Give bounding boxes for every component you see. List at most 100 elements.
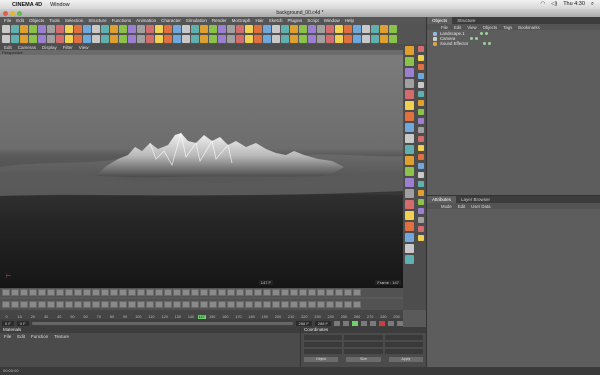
animation-tool-icon[interactable] bbox=[308, 289, 316, 296]
materials-menu-texture[interactable]: Texture bbox=[54, 334, 69, 339]
coord-field[interactable] bbox=[384, 342, 423, 347]
mode-tool-icon[interactable] bbox=[418, 145, 424, 151]
toolbar-tool-icon[interactable] bbox=[245, 35, 253, 43]
app-name[interactable]: CINEMA 4D bbox=[12, 2, 42, 8]
object-menu-view[interactable]: View bbox=[467, 25, 476, 30]
animation-tool-icon[interactable] bbox=[83, 289, 91, 296]
animation-tool-icon[interactable] bbox=[353, 301, 361, 308]
toolbar-tool-icon[interactable] bbox=[380, 24, 388, 33]
zoom-window-button[interactable] bbox=[17, 10, 22, 16]
toolbar-tool-icon[interactable] bbox=[83, 24, 91, 33]
toolbar-tool-icon[interactable] bbox=[362, 24, 370, 33]
coord-field[interactable] bbox=[384, 335, 423, 340]
mode-tool-icon[interactable] bbox=[418, 118, 424, 124]
toolbar-tool-icon[interactable] bbox=[371, 35, 379, 43]
view-tool-icon[interactable] bbox=[405, 211, 414, 220]
coord-field[interactable] bbox=[304, 342, 343, 347]
toolbar-tool-icon[interactable] bbox=[191, 35, 199, 43]
animation-tool-icon[interactable] bbox=[209, 301, 217, 308]
view-tool-icon[interactable] bbox=[405, 90, 414, 99]
mode-tool-icon[interactable] bbox=[418, 172, 424, 178]
animation-tool-icon[interactable] bbox=[308, 301, 316, 308]
toolbar-tool-icon[interactable] bbox=[389, 35, 397, 43]
animation-tool-icon[interactable] bbox=[191, 301, 199, 308]
toolbar-tool-icon[interactable] bbox=[47, 35, 55, 43]
toolbar-tool-icon[interactable] bbox=[272, 35, 280, 43]
view-tool-icon[interactable] bbox=[405, 57, 414, 66]
toolbar-tool-icon[interactable] bbox=[164, 24, 172, 33]
toolbar-tool-icon[interactable] bbox=[20, 24, 28, 33]
animation-tool-icon[interactable] bbox=[299, 301, 307, 308]
mac-menu-window[interactable]: Window bbox=[50, 2, 70, 8]
toolbar-tool-icon[interactable] bbox=[200, 35, 208, 43]
visibility-flags[interactable] bbox=[479, 32, 488, 35]
view-tool-icon[interactable] bbox=[405, 112, 414, 121]
toolbar-tool-icon[interactable] bbox=[263, 24, 271, 33]
timeline-ruler[interactable]: 0 10 20 30 40 50 60 70 80 90 100 110 120 130 140 147 150… bbox=[0, 310, 403, 319]
toolbar-tool-icon[interactable] bbox=[308, 35, 316, 43]
animation-tool-icon[interactable] bbox=[335, 289, 343, 296]
toolbar-tool-icon[interactable] bbox=[254, 35, 262, 43]
mode-tool-icon[interactable] bbox=[418, 181, 424, 187]
volume-icon[interactable]: ◁) bbox=[551, 1, 557, 8]
animation-tool-icon[interactable] bbox=[344, 289, 352, 296]
view-tool-icon[interactable] bbox=[405, 134, 414, 143]
object-row[interactable]: Sound Effector bbox=[427, 41, 600, 46]
menu-selection[interactable]: Selection bbox=[65, 18, 84, 23]
animation-tool-icon[interactable] bbox=[119, 301, 127, 308]
view-tool-icon[interactable] bbox=[405, 79, 414, 88]
tab-layer-browser[interactable]: Layer Browser bbox=[456, 196, 495, 203]
animation-tool-icon[interactable] bbox=[173, 301, 181, 308]
animation-tool-icon[interactable] bbox=[47, 301, 55, 308]
animation-tool-icon[interactable] bbox=[29, 289, 37, 296]
animation-tool-icon[interactable] bbox=[227, 301, 235, 308]
animation-tool-icon[interactable] bbox=[155, 301, 163, 308]
menu-functions[interactable]: Functions bbox=[112, 18, 132, 23]
toolbar-tool-icon[interactable] bbox=[290, 35, 298, 43]
view-tool-icon[interactable] bbox=[405, 68, 414, 77]
animation-tool-icon[interactable] bbox=[146, 301, 154, 308]
toolbar-tool-icon[interactable] bbox=[317, 24, 325, 33]
menu-tools[interactable]: Tools bbox=[49, 18, 60, 23]
toolbar-tool-icon[interactable] bbox=[92, 35, 100, 43]
toolbar-tool-icon[interactable] bbox=[326, 35, 334, 43]
toolbar-tool-icon[interactable] bbox=[101, 35, 109, 43]
toolbar-tool-icon[interactable] bbox=[317, 35, 325, 43]
visibility-flags[interactable] bbox=[470, 37, 479, 40]
animation-tool-icon[interactable] bbox=[110, 289, 118, 296]
menu-file[interactable]: File bbox=[4, 18, 11, 23]
attribute-menu-user-data[interactable]: User Data bbox=[471, 204, 490, 209]
toolbar-tool-icon[interactable] bbox=[344, 35, 352, 43]
viewport-menu-view[interactable]: View bbox=[79, 45, 89, 50]
mode-tool-icon[interactable] bbox=[418, 154, 424, 160]
toolbar-tool-icon[interactable] bbox=[101, 24, 109, 33]
view-tool-icon[interactable] bbox=[405, 123, 414, 132]
animation-tool-icon[interactable] bbox=[218, 301, 226, 308]
view-tool-icon[interactable] bbox=[405, 167, 414, 176]
animation-tool-icon[interactable] bbox=[74, 301, 82, 308]
toolbar-tool-icon[interactable] bbox=[74, 24, 82, 33]
mode-tool-icon[interactable] bbox=[418, 217, 424, 223]
animation-tool-icon[interactable] bbox=[110, 301, 118, 308]
toolbar-tool-icon[interactable] bbox=[299, 35, 307, 43]
play-button[interactable] bbox=[352, 320, 358, 326]
toolbar-tool-icon[interactable] bbox=[65, 35, 73, 43]
max-frame-field[interactable]: 288 F bbox=[295, 320, 312, 326]
animation-tool-icon[interactable] bbox=[56, 289, 64, 296]
view-tool-icon[interactable] bbox=[405, 101, 414, 110]
spotlight-icon[interactable]: ⌕ bbox=[591, 1, 594, 8]
object-menu-objects[interactable]: Objects bbox=[483, 25, 498, 30]
animation-tool-icon[interactable] bbox=[191, 289, 199, 296]
start-frame-field[interactable]: 0 F bbox=[2, 320, 14, 326]
go-to-end-button[interactable] bbox=[370, 320, 376, 326]
mode-tool-icon[interactable] bbox=[418, 73, 424, 79]
view-tool-icon[interactable] bbox=[405, 233, 414, 242]
toolbar-tool-icon[interactable] bbox=[191, 24, 199, 33]
toolbar-tool-icon[interactable] bbox=[137, 35, 145, 43]
toolbar-tool-icon[interactable] bbox=[371, 24, 379, 33]
toolbar-tool-icon[interactable] bbox=[11, 35, 19, 43]
animation-tool-icon[interactable] bbox=[92, 301, 100, 308]
animation-tool-icon[interactable] bbox=[254, 289, 262, 296]
view-tool-icon[interactable] bbox=[405, 222, 414, 231]
mode-tool-icon[interactable] bbox=[418, 100, 424, 106]
